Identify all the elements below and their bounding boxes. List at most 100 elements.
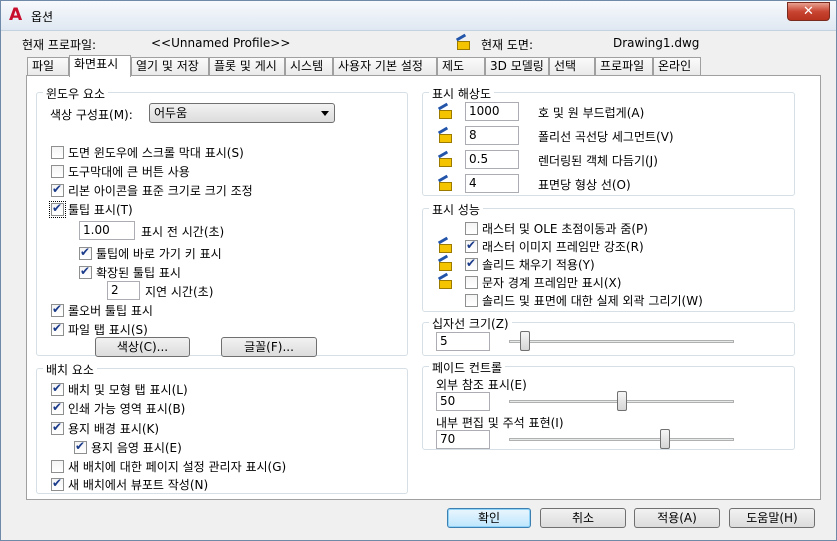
tab-3d-modeling[interactable]: 3D 모델링 [485, 57, 549, 76]
file-tabs-label: 파일 탭 표시(S) [68, 322, 148, 337]
drawing-saved-icon [437, 174, 453, 192]
contour-lines-label: 표면당 형상 선(O) [538, 178, 631, 192]
color-scheme-value: 어두움 [154, 106, 188, 120]
paper-shadow-row[interactable]: 용지 음영 표시(E) [74, 438, 182, 456]
color-scheme-label: 색상 구성표(M): [50, 108, 133, 122]
ribbon-icon-resize-label: 리본 아이콘을 표준 크기로 크기 조정 [68, 183, 253, 198]
crosshair-size-group: 십자선 크기(Z) 5 [422, 315, 795, 356]
tooltip-delay-input[interactable]: 1.00 [79, 221, 135, 240]
raster-ole-pan-zoom-row[interactable]: 래스터 및 OLE 초점이동과 줌(P) [465, 219, 648, 237]
true-silhouettes-row[interactable]: 솔리드 및 표면에 대한 실제 외곽 그리기(W) [465, 291, 703, 309]
window-elements-group: 윈도우 요소 색상 구성표(M): 어두움 도면 윈도우에 스크롤 막대 표시(… [36, 85, 408, 357]
scrollbars-checkbox-row[interactable]: 도면 윈도우에 스크롤 막대 표시(S) [51, 143, 244, 161]
xref-display-input[interactable]: 50 [436, 392, 490, 411]
extended-tooltip-checkbox-row[interactable]: 확장된 툴팁 표시 [79, 263, 181, 281]
inplace-slider-thumb[interactable] [660, 429, 670, 449]
file-tabs-checkbox[interactable] [51, 321, 64, 336]
apply-button[interactable]: 적용(A) [634, 508, 720, 528]
scrollbars-checkbox[interactable] [51, 145, 64, 159]
crosshair-size-slider[interactable] [509, 331, 734, 353]
tab-files[interactable]: 파일 [27, 57, 69, 76]
rollover-tooltip-label: 롤오버 툴팁 표시 [68, 303, 153, 318]
drawing-saved-icon [437, 126, 453, 144]
large-buttons-checkbox[interactable] [51, 164, 64, 178]
display-performance-title: 표시 성능 [429, 201, 483, 218]
extended-tooltip-checkbox[interactable] [79, 264, 92, 279]
inplace-fade-slider[interactable] [509, 429, 734, 451]
solid-fill-checkbox[interactable] [465, 256, 478, 271]
raster-frame-highlight-row[interactable]: 래스터 이미지 프레임만 강조(R) [465, 237, 644, 255]
crosshair-size-input[interactable]: 5 [436, 332, 490, 351]
crosshair-slider-track [509, 340, 734, 343]
printable-area-checkbox[interactable] [51, 400, 64, 415]
page-setup-manager-row[interactable]: 새 배치에 대한 페이지 설정 관리자 표시(G) [51, 457, 286, 475]
display-resolution-title: 표시 해상도 [429, 85, 495, 102]
shortcut-tooltip-checkbox-row[interactable]: 툴팁에 바로 가기 키 표시 [79, 244, 222, 262]
polyline-segments-label: 폴리선 곡선당 세그먼트(V) [538, 130, 674, 144]
ribbon-icon-resize-checkbox-row[interactable]: 리본 아이콘을 표준 크기로 크기 조정 [51, 181, 253, 199]
options-dialog: A 옵션 ✕ 현재 프로파일: <<Unnamed Profile>> 현재 도… [0, 0, 837, 541]
paper-background-row[interactable]: 용지 배경 표시(K) [51, 419, 159, 437]
close-button[interactable]: ✕ [787, 2, 830, 21]
fonts-button[interactable]: 글꼴(F)... [221, 337, 317, 357]
tab-open-save[interactable]: 열기 및 저장 [131, 57, 209, 76]
true-silhouettes-label: 솔리드 및 표면에 대한 실제 외곽 그리기(W) [482, 293, 703, 308]
tab-profiles[interactable]: 프로파일 [595, 57, 653, 76]
raster-ole-pan-zoom-checkbox[interactable] [465, 221, 478, 235]
layout-elements-group: 배치 요소 배치 및 모형 탭 표시(L) 인쇄 가능 영역 표시(B) 용지 … [36, 361, 408, 494]
crosshair-size-title: 십자선 크기(Z) [429, 315, 512, 332]
text-boundary-checkbox[interactable] [465, 275, 478, 289]
current-profile-label: 현재 프로파일: [22, 38, 97, 52]
tab-online[interactable]: 온라인 [653, 57, 701, 76]
fade-control-title: 페이드 컨트롤 [429, 359, 506, 376]
xref-slider-thumb[interactable] [617, 391, 627, 411]
title-bar[interactable]: A 옵션 ✕ [1, 1, 836, 31]
display-resolution-group: 표시 해상도 1000 호 및 원 부드럽게(A) 8 폴리선 곡선당 세그먼트… [422, 85, 795, 196]
colors-button[interactable]: 색상(C)... [95, 337, 190, 357]
show-tooltips-checkbox-row[interactable]: 툴팁 표시(T) [49, 200, 133, 218]
extended-delay-input[interactable]: 2 [107, 281, 140, 300]
true-silhouettes-checkbox[interactable] [465, 293, 478, 307]
file-tabs-checkbox-row[interactable]: 파일 탭 표시(S) [51, 320, 148, 338]
ok-button[interactable]: 확인 [447, 508, 531, 528]
raster-frame-highlight-checkbox[interactable] [465, 238, 478, 253]
color-scheme-dropdown[interactable]: 어두움 [149, 103, 335, 123]
crosshair-slider-thumb[interactable] [520, 331, 530, 351]
drawing-saved-icon [437, 272, 453, 290]
text-boundary-row[interactable]: 문자 경계 프레임만 표시(X) [465, 273, 621, 291]
help-button[interactable]: 도움말(H) [729, 508, 815, 528]
tab-system[interactable]: 시스템 [285, 57, 333, 76]
shortcut-tooltip-checkbox[interactable] [79, 245, 92, 260]
solid-fill-label: 솔리드 채우기 적용(Y) [482, 257, 595, 272]
paper-background-checkbox[interactable] [51, 420, 64, 435]
xref-fade-slider[interactable] [509, 391, 734, 413]
inplace-edit-input[interactable]: 70 [436, 430, 490, 449]
show-tooltips-label: 툴팁 표시(T) [68, 202, 133, 217]
ribbon-icon-resize-checkbox[interactable] [51, 182, 64, 197]
cancel-button[interactable]: 취소 [540, 508, 626, 528]
paper-shadow-label: 용지 음영 표시(E) [91, 440, 182, 455]
contour-lines-input[interactable]: 4 [465, 174, 519, 193]
show-tooltips-checkbox[interactable] [49, 200, 66, 218]
page-setup-manager-checkbox[interactable] [51, 459, 64, 473]
layout-model-tabs-row[interactable]: 배치 및 모형 탭 표시(L) [51, 380, 188, 398]
layout-model-tabs-checkbox[interactable] [51, 381, 64, 396]
tab-display[interactable]: 화면표시 [69, 55, 131, 77]
printable-area-row[interactable]: 인쇄 가능 영역 표시(B) [51, 399, 185, 417]
tab-user-preferences[interactable]: 사용자 기본 설정 [333, 57, 437, 76]
tab-selection[interactable]: 선택 [549, 57, 595, 76]
tab-drafting[interactable]: 제도 [437, 57, 485, 76]
large-buttons-checkbox-row[interactable]: 도구막대에 큰 버튼 사용 [51, 162, 190, 180]
solid-fill-row[interactable]: 솔리드 채우기 적용(Y) [465, 255, 595, 273]
tab-plot-publish[interactable]: 플롯 및 게시 [209, 57, 285, 76]
create-viewport-checkbox[interactable] [51, 476, 64, 491]
drawing-saved-icon [437, 102, 453, 120]
rollover-tooltip-checkbox[interactable] [51, 302, 64, 317]
rollover-tooltip-checkbox-row[interactable]: 롤오버 툴팁 표시 [51, 301, 153, 319]
polyline-segments-input[interactable]: 8 [465, 126, 519, 145]
create-viewport-row[interactable]: 새 배치에서 뷰포트 작성(N) [51, 475, 208, 493]
paper-shadow-checkbox[interactable] [74, 439, 87, 454]
arc-smoothness-input[interactable]: 1000 [465, 102, 519, 121]
rendered-smoothness-input[interactable]: 0.5 [465, 150, 519, 169]
fade-control-group: 페이드 컨트롤 외부 참조 표시(E) 50 내부 편집 및 주석 표현(I) … [422, 359, 795, 451]
